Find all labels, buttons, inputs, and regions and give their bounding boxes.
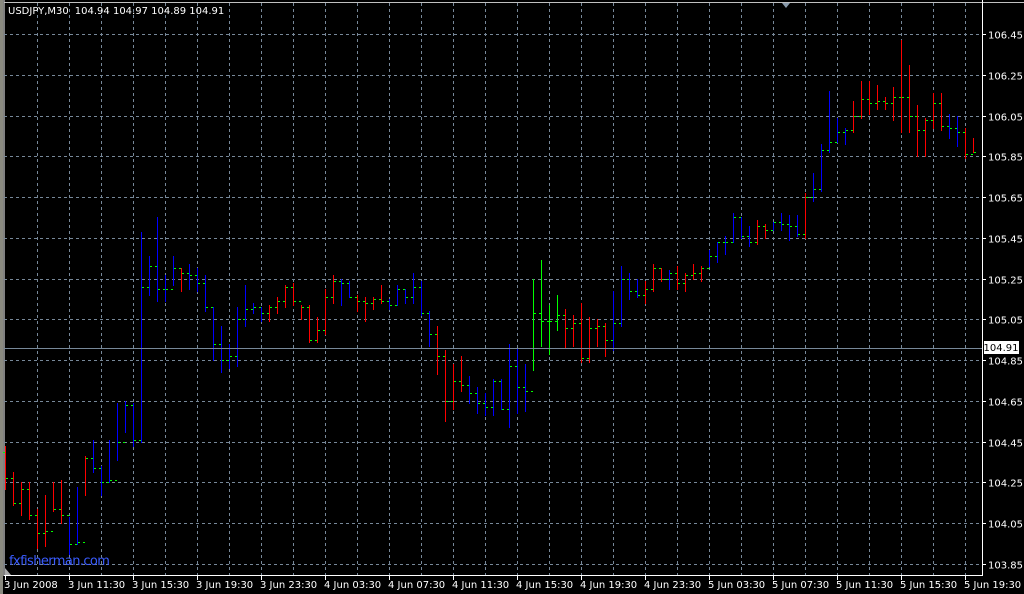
current-price-label: 104.91: [984, 343, 1019, 354]
watermark-logo: fxfisherman.com: [9, 554, 109, 569]
price-chart[interactable]: 106.45 106.25 106.05 105.85 105.65 105.45 105.…: [0, 0, 1024, 594]
time-tick-label: 3 Jun 19:30: [196, 580, 253, 591]
price-tick-label: 103.85: [988, 561, 1023, 572]
time-tick-label: 4 Jun 19:30: [580, 580, 637, 591]
time-tick-label: 5 Jun 03:30: [708, 580, 765, 591]
price-tick-label: 105.45: [988, 235, 1023, 246]
time-tick-label: 5 Jun 07:30: [772, 580, 829, 591]
chart-background: [0, 0, 1024, 594]
price-tick-label: 105.25: [988, 276, 1023, 287]
price-tick-label: 104.65: [988, 398, 1023, 409]
price-tick-label: 104.05: [988, 520, 1023, 531]
time-tick-label: 5 Jun 11:30: [836, 580, 893, 591]
time-tick-label: 5 Jun 19:30: [964, 580, 1021, 591]
price-tick-label: 104.25: [988, 479, 1023, 490]
price-tick-label: 106.05: [988, 113, 1023, 124]
price-tick-label: 105.85: [988, 153, 1023, 164]
time-tick-label: 3 Jun 11:30: [68, 580, 125, 591]
time-tick-label: 3 Jun 15:30: [132, 580, 189, 591]
time-tick-label: 5 Jun 15:30: [900, 580, 957, 591]
time-tick-label: 3 Jun 23:30: [260, 580, 317, 591]
price-tick-label: 106.45: [988, 31, 1023, 42]
price-tick-label: 105.65: [988, 194, 1023, 205]
time-tick-label: 4 Jun 03:30: [324, 580, 381, 591]
price-tick-label: 104.85: [988, 357, 1023, 368]
price-tick-label: 106.25: [988, 72, 1023, 83]
time-tick-label: 4 Jun 15:30: [516, 580, 573, 591]
time-tick-label: 4 Jun 23:30: [644, 580, 701, 591]
price-tick-label: 105.05: [988, 316, 1023, 327]
chart-title: USDJPY,M30 104.94 104.97 104.89 104.91: [8, 6, 224, 17]
window-frame-left: [0, 0, 3, 594]
price-tick-label: 104.45: [988, 439, 1023, 450]
time-tick-label: 4 Jun 07:30: [388, 580, 445, 591]
symbol-timeframe: USDJPY,M30: [8, 6, 69, 17]
time-tick-label: 3 Jun 2008: [4, 580, 58, 591]
time-tick-label: 4 Jun 11:30: [452, 580, 509, 591]
ohlc-values: 104.94 104.97 104.89 104.91: [75, 6, 225, 17]
